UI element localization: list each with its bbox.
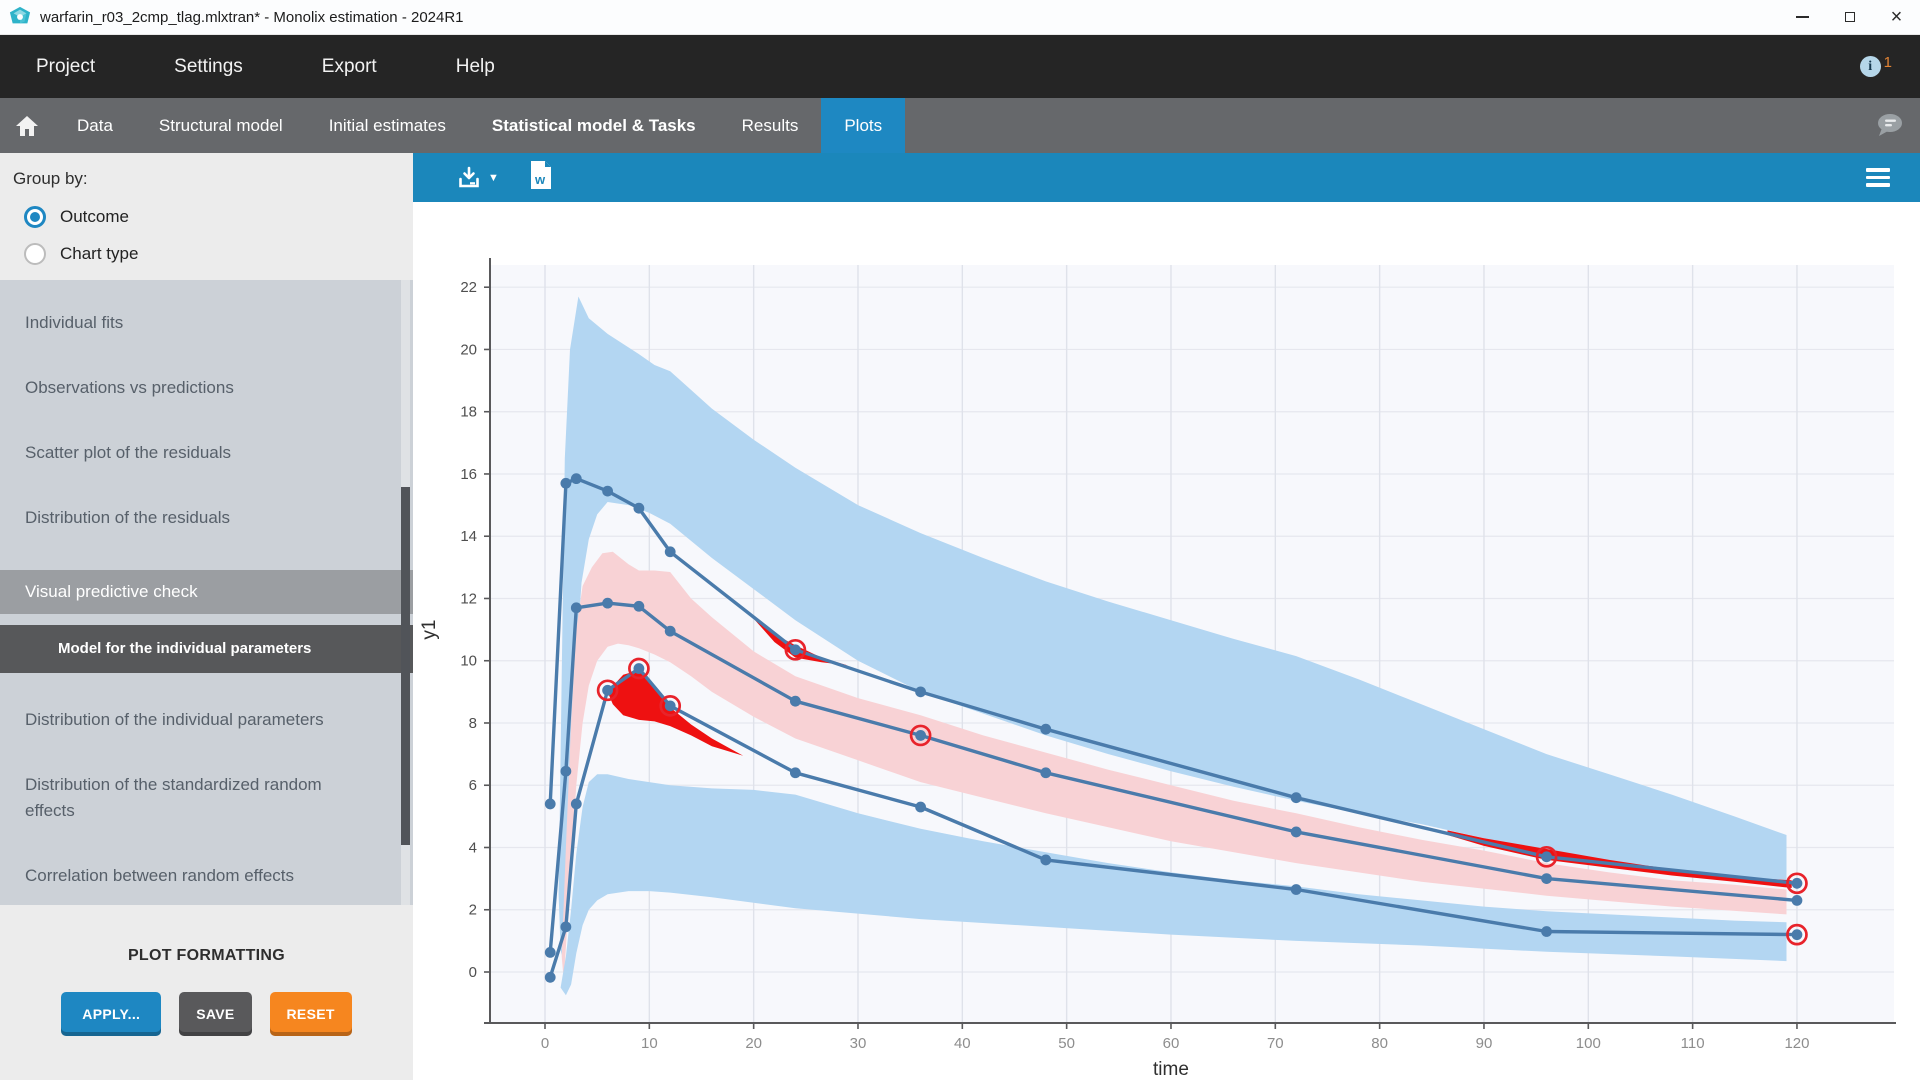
info-icon: i bbox=[1860, 56, 1881, 77]
vpc-chart: 0 2 4 6 8 10 12 14 16 18 20 22 0 10 20 30 40 50 60 70 80 90 10… bbox=[413, 202, 1920, 1080]
window-controls: × bbox=[1779, 0, 1920, 34]
sidebar-item-model-for-the-individual-parameters[interactable]: Model for the individual parameters bbox=[0, 625, 413, 673]
tab-home[interactable] bbox=[0, 98, 54, 153]
svg-text:0: 0 bbox=[541, 1035, 549, 1052]
reset-button[interactable]: RESET bbox=[270, 992, 352, 1036]
svg-text:100: 100 bbox=[1576, 1035, 1601, 1052]
apply-button[interactable]: APPLY... bbox=[61, 992, 161, 1036]
tab-structural-model[interactable]: Structural model bbox=[136, 98, 306, 153]
radio-unselected-icon bbox=[24, 243, 46, 265]
svg-text:14: 14 bbox=[460, 528, 477, 545]
tab-bar: DataStructural modelInitial estimatesSta… bbox=[0, 98, 1920, 153]
svg-text:12: 12 bbox=[460, 590, 477, 607]
svg-text:30: 30 bbox=[850, 1035, 867, 1052]
plot-formatting-section: PLOT FORMATTING APPLY... SAVE RESET bbox=[0, 905, 413, 1080]
close-icon: × bbox=[1891, 7, 1903, 27]
svg-text:16: 16 bbox=[460, 466, 477, 483]
plot-formatting-title: PLOT FORMATTING bbox=[0, 947, 413, 965]
svg-text:70: 70 bbox=[1267, 1035, 1284, 1052]
sidebar-scrollbar-thumb[interactable] bbox=[401, 487, 410, 845]
plot-list: Individual fits Observations vs predictio… bbox=[0, 280, 413, 905]
svg-text:50: 50 bbox=[1058, 1035, 1075, 1052]
tab-items: DataStructural modelInitial estimatesSta… bbox=[54, 98, 905, 153]
svg-text:18: 18 bbox=[460, 404, 477, 421]
download-button[interactable]: ▼ bbox=[457, 166, 499, 190]
tab-statistical-model-tasks[interactable]: Statistical model & Tasks bbox=[469, 98, 719, 153]
notifications-button[interactable]: i 1 bbox=[1860, 56, 1892, 77]
menu-item-project[interactable]: Project bbox=[36, 56, 95, 78]
plot-toolbar: ▼ w bbox=[413, 153, 1920, 202]
plot-area: 0 2 4 6 8 10 12 14 16 18 20 22 0 10 20 30 40 50 60 70 80 90 10… bbox=[413, 202, 1920, 1080]
minimize-icon bbox=[1796, 16, 1809, 18]
menu-item-export[interactable]: Export bbox=[322, 56, 377, 78]
tab-data[interactable]: Data bbox=[54, 98, 136, 153]
svg-text:20: 20 bbox=[460, 341, 477, 358]
main-panel: ▼ w 0 2 4 6 8 10 12 14 16 18 20 22 0 10 20 30 40 50 60 70 80… bbox=[413, 153, 1920, 1080]
svg-text:w: w bbox=[534, 172, 546, 187]
svg-text:2: 2 bbox=[469, 902, 477, 919]
svg-text:4: 4 bbox=[469, 839, 477, 856]
sidebar-item-correlation-between-random-effects[interactable]: Correlation between random effects bbox=[0, 863, 413, 889]
group-by-label: Group by: bbox=[13, 169, 413, 189]
svg-text:0: 0 bbox=[469, 964, 477, 981]
radio-chart-type[interactable]: Chart type bbox=[13, 235, 413, 272]
radio-outcome[interactable]: Outcome bbox=[13, 198, 413, 235]
minimize-button[interactable] bbox=[1779, 0, 1826, 34]
monolix-logo-icon bbox=[9, 6, 31, 28]
sidebar-item-observations-vs-predictions[interactable]: Observations vs predictions bbox=[0, 375, 413, 401]
content-area: Group by: Outcome Chart type Individual … bbox=[0, 153, 1920, 1080]
word-document-icon: w bbox=[529, 160, 553, 190]
home-icon bbox=[15, 115, 39, 137]
svg-text:120: 120 bbox=[1784, 1035, 1809, 1052]
sidebar-item-visual-predictive-check[interactable]: Visual predictive check bbox=[0, 570, 413, 614]
svg-text:10: 10 bbox=[460, 653, 477, 670]
notification-count: 1 bbox=[1884, 54, 1892, 71]
sidebar-item-distribution-of-the-standardized-random-effects[interactable]: Distribution of the standardized random … bbox=[0, 772, 413, 824]
tab-plots[interactable]: Plots bbox=[821, 98, 905, 153]
svg-text:y1: y1 bbox=[419, 620, 440, 640]
menu-bar: Project Settings Export Help i 1 bbox=[0, 35, 1920, 98]
hamburger-icon bbox=[1866, 168, 1890, 172]
menu-items: Project Settings Export Help bbox=[36, 56, 574, 78]
sidebar-item-individual-fits[interactable]: Individual fits bbox=[0, 310, 413, 336]
svg-text:90: 90 bbox=[1476, 1035, 1493, 1052]
group-by-section: Group by: Outcome Chart type bbox=[0, 153, 413, 280]
svg-text:6: 6 bbox=[469, 777, 477, 794]
svg-text:40: 40 bbox=[954, 1035, 971, 1052]
svg-text:60: 60 bbox=[1163, 1035, 1180, 1052]
svg-text:10: 10 bbox=[641, 1035, 658, 1052]
save-button[interactable]: SAVE bbox=[179, 992, 251, 1036]
restore-icon bbox=[1845, 12, 1855, 22]
title-bar: warfarin_r03_2cmp_tlag.mlxtran* - Monoli… bbox=[0, 0, 1920, 35]
tab-results[interactable]: Results bbox=[719, 98, 822, 153]
svg-text:8: 8 bbox=[469, 715, 477, 732]
close-button[interactable]: × bbox=[1873, 0, 1920, 34]
sidebar-item-distribution-of-the-residuals[interactable]: Distribution of the residuals bbox=[0, 505, 413, 531]
sidebar-item-scatter-plot-of-the-residuals[interactable]: Scatter plot of the residuals bbox=[0, 440, 413, 466]
tab-initial-estimates[interactable]: Initial estimates bbox=[306, 98, 469, 153]
download-icon bbox=[457, 166, 481, 190]
svg-text:110: 110 bbox=[1681, 1035, 1705, 1052]
svg-text:80: 80 bbox=[1371, 1035, 1388, 1052]
word-export-button[interactable]: w bbox=[529, 160, 553, 195]
speech-bubble-icon bbox=[1874, 112, 1904, 139]
restore-button[interactable] bbox=[1826, 0, 1873, 34]
plot-menu-button[interactable] bbox=[1866, 168, 1890, 187]
menu-item-settings[interactable]: Settings bbox=[174, 56, 243, 78]
sidebar-item-distribution-of-the-individual-parameters[interactable]: Distribution of the individual parameter… bbox=[0, 707, 413, 733]
radio-chart-type-label: Chart type bbox=[60, 244, 138, 264]
svg-text:20: 20 bbox=[745, 1035, 762, 1052]
radio-selected-icon bbox=[24, 206, 46, 228]
window-title: warfarin_r03_2cmp_tlag.mlxtran* - Monoli… bbox=[40, 9, 464, 26]
sidebar: Group by: Outcome Chart type Individual … bbox=[0, 153, 413, 1080]
menu-item-help[interactable]: Help bbox=[456, 56, 495, 78]
chevron-down-icon: ▼ bbox=[488, 172, 499, 184]
feedback-button[interactable] bbox=[1874, 98, 1920, 153]
radio-outcome-label: Outcome bbox=[60, 207, 129, 227]
svg-text:22: 22 bbox=[460, 279, 477, 296]
svg-text:time: time bbox=[1153, 1059, 1189, 1080]
